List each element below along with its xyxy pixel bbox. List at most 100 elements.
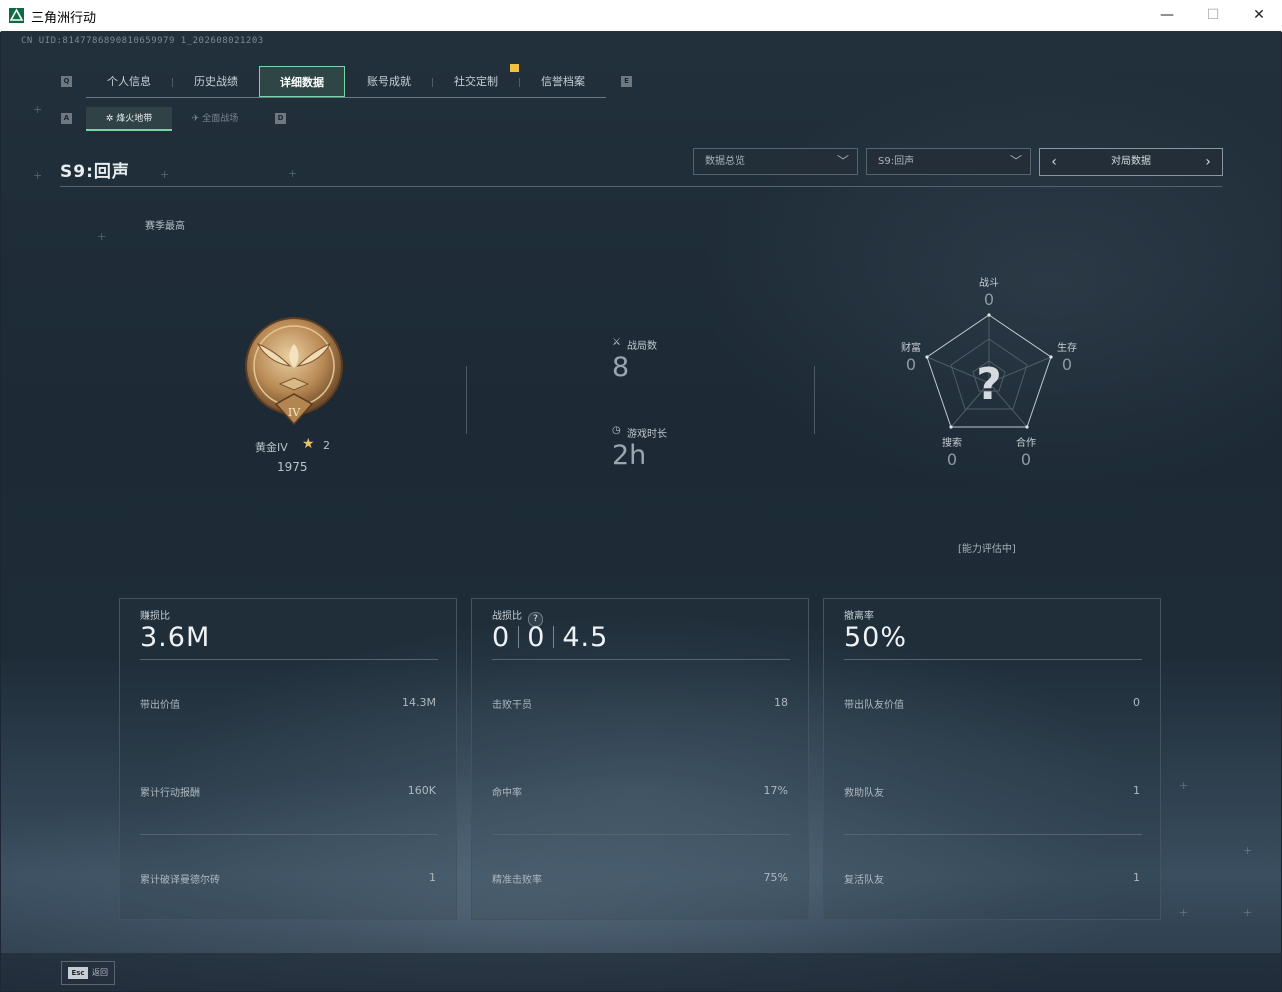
- radar-survival-value: 0: [1061, 355, 1073, 374]
- matches-value: 8: [612, 352, 630, 383]
- plus-mark-icon: +: [1243, 906, 1253, 919]
- dropdown-value: 数据总览: [705, 156, 745, 167]
- kd-ratio-values: 0 0 4.5: [492, 622, 608, 653]
- rank-medal-icon: IV: [244, 314, 344, 426]
- kd-value-2: 0: [527, 622, 546, 653]
- rank-stars-count: 2: [323, 439, 330, 452]
- extraction-panel: 撤离率 50% 带出队友价值 0 救助队友 1 复活队友 1: [823, 598, 1161, 920]
- operators-killed-value: 18: [774, 696, 788, 709]
- plus-mark-icon: +: [97, 230, 107, 243]
- panel-divider: [492, 659, 790, 660]
- revive-teammate-value: 1: [1133, 871, 1140, 884]
- minimize-button[interactable]: —: [1144, 0, 1190, 31]
- rescue-teammate-label: 救助队友: [844, 788, 884, 799]
- key-hint-q: Q: [61, 76, 72, 87]
- profit-panel: 赚损比 3.6M 带出价值 14.3M 累计行动报酬 160K 累计破译曼德尔砖…: [119, 598, 457, 920]
- tab-credit[interactable]: 信誉档案: [520, 66, 606, 97]
- kd-divider: [553, 626, 555, 648]
- rank-numeral: IV: [288, 406, 301, 419]
- profit-ratio-label: 赚损比: [140, 611, 170, 622]
- radar-wealth-label: 财富: [901, 343, 921, 354]
- hit-rate-label: 命中率: [492, 788, 522, 799]
- season-high-label: 赛季最高: [145, 221, 185, 232]
- player-uid: CN UID:8147786890810659979 1_20260802120…: [21, 36, 264, 46]
- app-logo-icon: [9, 8, 24, 23]
- subtab-label: 烽火地带: [116, 114, 153, 124]
- section-divider: [814, 366, 815, 434]
- close-button[interactable]: ✕: [1236, 0, 1282, 31]
- header-divider: [60, 186, 1222, 187]
- decrypted-bricks-value: 1: [429, 871, 436, 884]
- next-arrow-icon[interactable]: ›: [1198, 149, 1218, 175]
- profit-ratio-value: 3.6M: [140, 622, 211, 653]
- overview-dropdown[interactable]: 数据总览 ﹀: [693, 148, 858, 175]
- precision-kill-label: 精准击败率: [492, 875, 542, 886]
- radar-wealth-value: 0: [905, 355, 917, 374]
- star-icon: ★: [302, 436, 315, 452]
- tab-personal-info[interactable]: 个人信息: [86, 66, 172, 97]
- total-reward-value: 160K: [407, 784, 436, 797]
- radar-coop-value: 0: [1020, 450, 1032, 469]
- dropdown-value: S9:回声: [878, 156, 915, 167]
- radar-coop-label: 合作: [1016, 438, 1036, 449]
- key-hint-e: E: [621, 76, 632, 87]
- crossed-swords-icon: ⚔: [612, 337, 621, 348]
- teammate-value-value: 0: [1133, 696, 1140, 709]
- clock-icon: ◷: [612, 425, 621, 436]
- kd-title: 战损比: [492, 611, 522, 622]
- decrypted-bricks-label: 累计破译曼德尔砖: [140, 875, 220, 886]
- mode-subtabs: ✲ 烽火地带 ✈ 全面战场: [86, 107, 258, 131]
- kd-value-3: 4.5: [562, 622, 609, 653]
- plus-mark-icon: +: [33, 169, 43, 182]
- tab-detailed-data[interactable]: 详细数据: [259, 66, 345, 97]
- main-tabs: 个人信息 历史战绩 详细数据 账号成就 社交定制 信誉档案: [86, 66, 606, 98]
- revive-teammate-label: 复活队友: [844, 875, 884, 886]
- hazard-zone-icon: ✲: [105, 114, 114, 124]
- assessment-status: [能力评估中]: [958, 544, 1016, 555]
- kd-value-1: 0: [492, 622, 511, 653]
- panel-divider: [492, 834, 790, 835]
- matches-label: 战局数: [627, 341, 657, 352]
- plus-mark-icon: +: [1179, 906, 1189, 919]
- playtime-label: 游戏时长: [627, 429, 667, 440]
- radar-survival-label: 生存: [1057, 343, 1077, 354]
- tab-social[interactable]: 社交定制: [433, 66, 519, 97]
- radar-combat-label: 战斗: [979, 278, 999, 289]
- extraction-rate-label: 撤离率: [844, 611, 874, 622]
- panel-divider: [844, 659, 1142, 660]
- hit-rate-value: 17%: [763, 784, 788, 797]
- precision-kill-value: 75%: [763, 871, 788, 884]
- key-hint-a: A: [61, 113, 72, 124]
- chevron-down-icon: ﹀: [836, 154, 849, 168]
- subtab-hazard-zone[interactable]: ✲ 烽火地带: [86, 107, 172, 131]
- rescue-teammate-value: 1: [1133, 784, 1140, 797]
- plus-mark-icon: +: [160, 168, 170, 181]
- extract-value-label: 带出价值: [140, 700, 180, 711]
- window-titlebar: 三角洲行动 — ☐ ✕: [0, 0, 1282, 32]
- extraction-rate-value: 50%: [844, 622, 908, 653]
- radar-combat-value: 0: [983, 290, 995, 309]
- radar-search-label: 搜索: [942, 438, 962, 449]
- esc-key-hint: Esc: [68, 967, 88, 979]
- tab-history[interactable]: 历史战绩: [173, 66, 259, 97]
- panel-divider: [140, 659, 438, 660]
- notification-badge: [510, 64, 519, 72]
- playtime-value: 2h: [612, 440, 647, 471]
- plus-mark-icon: +: [1179, 779, 1189, 792]
- plus-mark-icon: +: [1243, 844, 1253, 857]
- season-dropdown[interactable]: S9:回声 ﹀: [866, 148, 1031, 175]
- tab-achievements[interactable]: 账号成就: [346, 66, 432, 97]
- prev-arrow-icon[interactable]: ‹: [1044, 149, 1064, 175]
- operators-killed-label: 击败干员: [492, 700, 532, 711]
- maximize-button[interactable]: ☐: [1190, 0, 1236, 31]
- subtab-label: 全面战场: [202, 114, 239, 124]
- key-hint-d: D: [275, 113, 286, 124]
- teammate-value-label: 带出队友价值: [844, 700, 904, 711]
- rank-score: 1975: [277, 460, 308, 474]
- chevron-down-icon: ﹀: [1009, 154, 1022, 168]
- subtab-full-battlefield[interactable]: ✈ 全面战场: [172, 107, 258, 131]
- back-button[interactable]: Esc 返回: [61, 961, 115, 985]
- game-viewport: CN UID:8147786890810659979 1_20260802120…: [1, 31, 1281, 991]
- total-reward-label: 累计行动报酬: [140, 788, 200, 799]
- radar-search-value: 0: [946, 450, 958, 469]
